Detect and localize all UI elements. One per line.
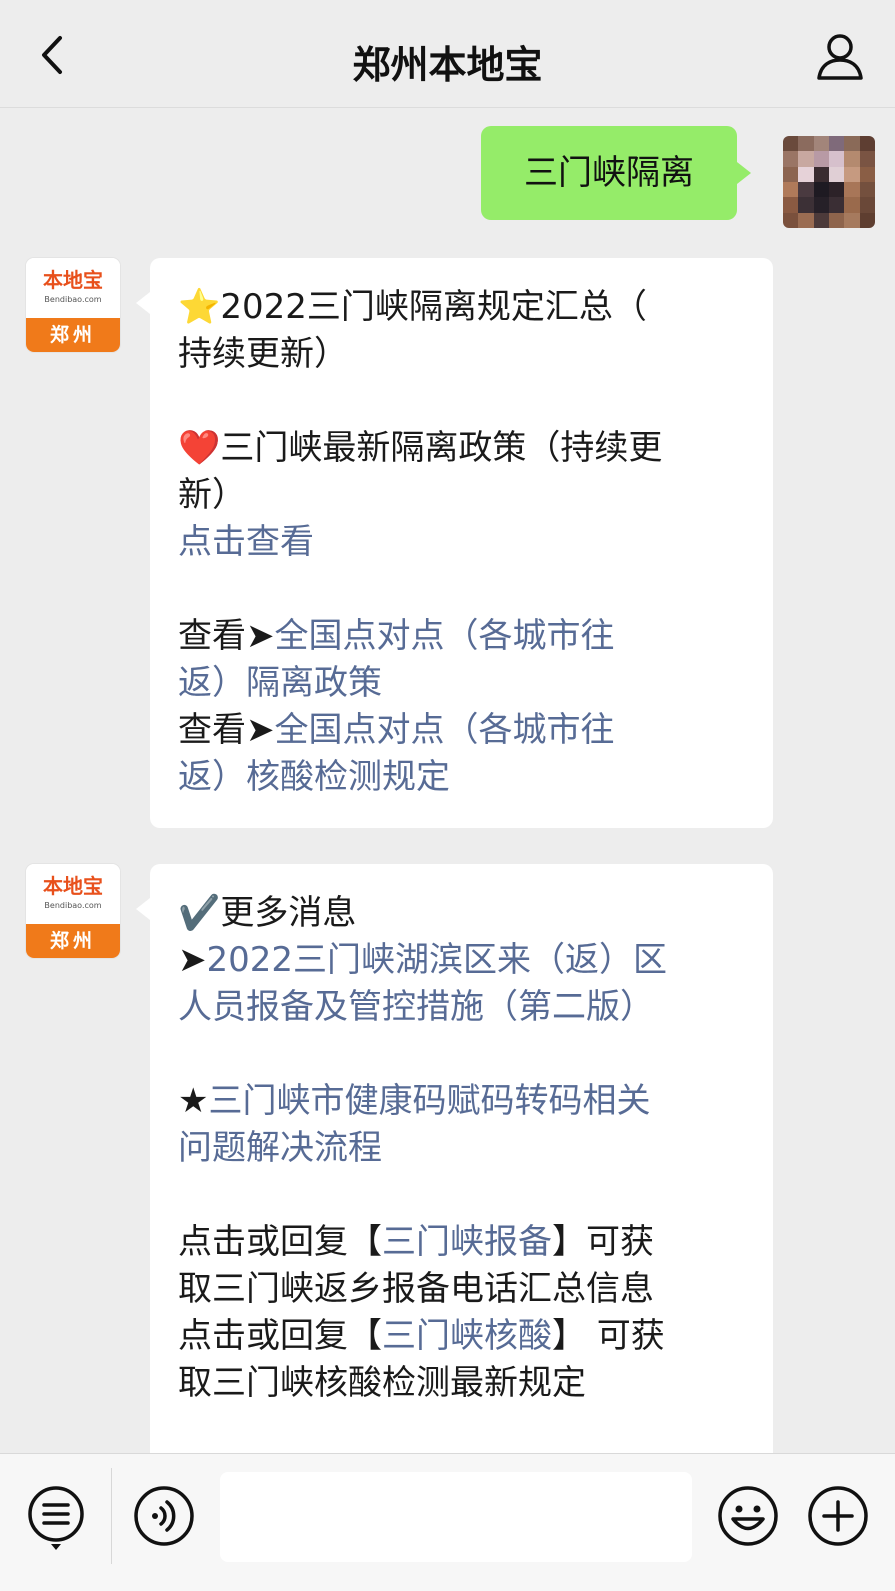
quarantine-policy-link[interactable]: 返）隔离政策 [178,660,745,707]
logo-subtext: Bendibao.com [44,295,102,304]
heart-icon: ❤️ [178,428,221,468]
person-icon [817,34,863,80]
nucleic-test-link[interactable]: 全国点对点（各城市往 [275,710,615,750]
message-text: 取三门峡核酸检测最新规定 [178,1363,586,1403]
user-avatar[interactable] [783,136,875,228]
message-text: 新） [178,475,246,515]
hubin-measures-link[interactable]: 人员报备及管控措施（第二版） [178,984,745,1031]
top-bar: 郑州本地宝 [0,0,895,108]
avatar-city: 郑州 [26,318,120,352]
bot-message-bubble[interactable]: ⭐2022三门峡隔离规定汇总（ 持续更新） ❤️三门峡最新隔离政策（持续更 新）… [136,258,773,828]
menu-list-icon [28,1486,84,1550]
nucleic-test-link[interactable]: 返）核酸检测规定 [178,754,745,801]
message-text: 三门峡最新隔离政策（持续更 [220,428,663,468]
voice-icon [134,1486,194,1546]
message-text: 点击或回复【 [178,1316,382,1356]
health-code-link[interactable]: 三门峡市健康码赋码转码相关 [208,1081,650,1121]
message-text: 点击或回复【 [178,1222,382,1262]
link-prefix: 查看➤ [178,710,275,750]
logo-text: 本地宝 [43,874,103,898]
page-title: 郑州本地宝 [352,43,543,87]
bot-avatar[interactable]: 本地宝 Bendibao.com 郑州 [26,258,120,352]
voice-button[interactable] [132,1484,196,1548]
star-icon: ⭐ [178,287,221,327]
logo-subtext: Bendibao.com [44,901,102,910]
link-prefix: 查看➤ [178,616,275,656]
message-text: 】可获 [552,1222,654,1262]
menu-button[interactable] [26,1484,86,1550]
check-icon: ✔️ [178,893,221,933]
report-keyword-link[interactable]: 三门峡报备 [382,1222,552,1262]
avatar-city: 郑州 [26,924,120,958]
quarantine-policy-link[interactable]: 全国点对点（各城市往 [275,616,615,656]
smiley-icon [718,1486,778,1546]
message-text: 2022三门峡隔离规定汇总（ [220,287,647,327]
user-message-bubble[interactable]: 三门峡隔离 [481,126,751,220]
logo-text: 本地宝 [43,268,103,292]
nucleic-keyword-link[interactable]: 三门峡核酸 [382,1316,552,1356]
link-prefix: ➤ [178,940,207,980]
profile-button[interactable] [813,30,867,84]
message-text: 取三门峡返乡报备电话汇总信息 [178,1269,654,1309]
divider [111,1468,112,1564]
emoji-button[interactable] [716,1484,780,1548]
health-code-link[interactable]: 问题解决流程 [178,1125,745,1172]
message-text: 更多消息 [220,893,357,933]
user-message-text: 三门峡隔离 [524,153,694,193]
message-text: 】 可获 [552,1316,665,1356]
plus-circle-icon [808,1486,868,1546]
hubin-measures-link[interactable]: 2022三门峡湖滨区来（返）区 [207,940,668,980]
view-link[interactable]: 点击查看 [178,519,745,566]
chat-area[interactable]: 三门峡隔离 本地宝 Bendibao.com 郑州 ⭐2022三门峡隔离规定汇总… [0,108,895,1453]
link-prefix: ★ [178,1081,209,1121]
bot-avatar[interactable]: 本地宝 Bendibao.com 郑州 [26,864,120,958]
message-text: 持续更新） [178,334,348,374]
composer-bar [0,1453,895,1591]
plus-button[interactable] [806,1484,870,1548]
message-input[interactable] [220,1472,692,1562]
bot-message-bubble[interactable]: ✔️更多消息 ➤2022三门峡湖滨区来（返）区 人员报备及管控措施（第二版） ★… [136,864,773,1453]
